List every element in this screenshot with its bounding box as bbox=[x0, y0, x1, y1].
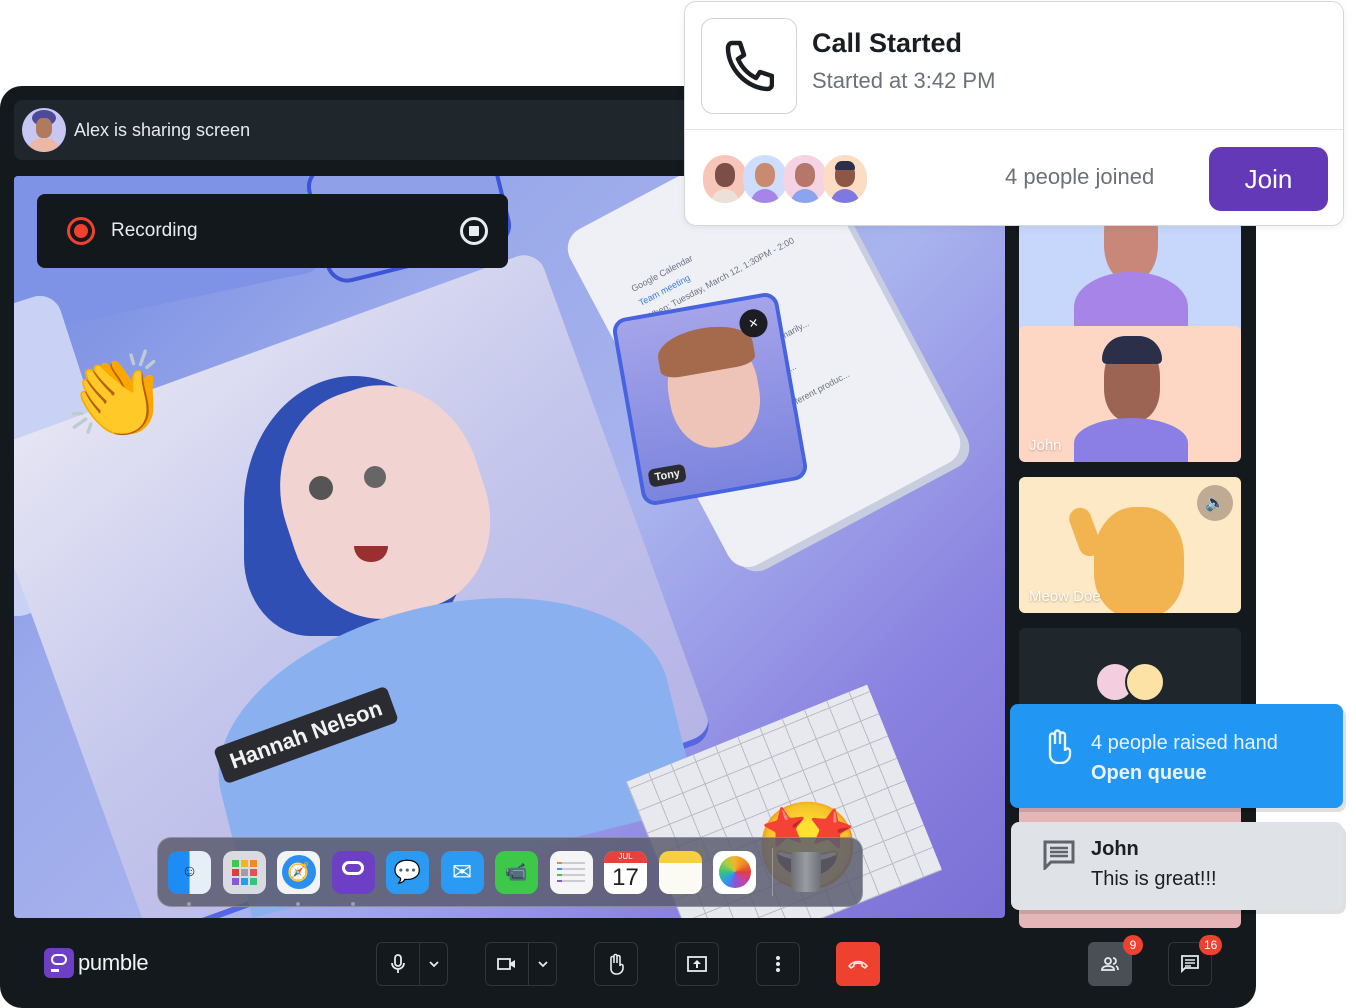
speech-bubble-icon: 💬 bbox=[393, 859, 422, 884]
chat-message-icon bbox=[1043, 840, 1075, 870]
joined-avatars bbox=[703, 155, 867, 203]
microphone-control bbox=[376, 942, 448, 986]
clap-emoji: 👏 bbox=[64, 348, 169, 442]
dock-app-messages[interactable]: 💬 bbox=[386, 850, 429, 894]
raised-hand-text: 4 people raised hand bbox=[1091, 732, 1278, 754]
photos-flower-icon bbox=[718, 856, 751, 888]
dock-app-finder[interactable]: ☺ bbox=[168, 850, 211, 906]
chat-button[interactable]: 16 bbox=[1168, 935, 1223, 986]
trash-can-icon bbox=[791, 852, 821, 892]
eye bbox=[309, 476, 333, 500]
pumble-logo-icon bbox=[342, 861, 364, 875]
hang-up-icon bbox=[847, 960, 869, 969]
leave-call-button[interactable] bbox=[836, 942, 880, 986]
dock-app-reminders[interactable] bbox=[549, 850, 593, 894]
macos-dock: ☺ 🧭 💬 ✉ 📹 JUL 17 bbox=[157, 837, 863, 907]
message-text: This is great!!! bbox=[1091, 868, 1217, 890]
avatar bbox=[823, 155, 867, 203]
stop-recording-button[interactable] bbox=[460, 217, 488, 245]
screen-share-icon bbox=[687, 956, 707, 972]
microphone-icon bbox=[391, 954, 406, 973]
chevron-down-icon bbox=[429, 961, 439, 968]
open-queue-link[interactable]: Open queue bbox=[1091, 762, 1207, 785]
launchpad-grid-icon bbox=[231, 859, 257, 885]
pumble-logo-icon bbox=[44, 948, 74, 978]
chat-unread-badge: 16 bbox=[1199, 935, 1223, 955]
calendar-month: JUL bbox=[604, 850, 647, 863]
raised-hand-icon bbox=[1048, 729, 1072, 764]
microphone-options-button[interactable] bbox=[419, 943, 447, 985]
more-options-button[interactable] bbox=[756, 942, 800, 986]
message-notification[interactable]: John This is great!!! bbox=[1011, 822, 1343, 910]
dock-app-mail[interactable]: ✉ bbox=[440, 850, 484, 894]
participant-name: John bbox=[1029, 437, 1062, 454]
participant-tile[interactable]: 🔈 Meow Doe bbox=[1019, 477, 1241, 613]
list-icon bbox=[557, 862, 585, 882]
participant-tile[interactable]: John bbox=[1019, 326, 1241, 462]
eye bbox=[364, 466, 386, 488]
dock-app-trash[interactable] bbox=[785, 851, 828, 894]
raised-hand-icon bbox=[610, 953, 624, 975]
dock-app-launchpad[interactable] bbox=[222, 850, 266, 894]
call-controls: pumble 9 16 bbox=[0, 932, 1256, 998]
dock-app-facetime[interactable]: 📹 bbox=[495, 850, 538, 894]
speaker-icon: 🔈 bbox=[1197, 485, 1233, 521]
recording-label: Recording bbox=[111, 220, 198, 241]
dock-app-pumble[interactable] bbox=[331, 850, 375, 906]
chat-icon bbox=[1181, 955, 1199, 973]
more-vertical-icon bbox=[776, 956, 780, 972]
avatar bbox=[743, 155, 787, 203]
presenter-avatar bbox=[22, 108, 66, 152]
chevron-down-icon bbox=[538, 961, 548, 968]
recording-indicator-icon bbox=[67, 217, 95, 245]
camera-toggle-button[interactable] bbox=[486, 943, 528, 985]
compass-icon: 🧭 bbox=[281, 855, 316, 889]
video-camera-icon: 📹 bbox=[505, 861, 528, 882]
call-start-time: Started at 3:42 PM bbox=[812, 68, 996, 93]
dock-separator bbox=[771, 848, 773, 896]
john-hair bbox=[1102, 336, 1162, 364]
tony-video-tile: ✕ Tony bbox=[610, 290, 810, 508]
recording-banner: Recording bbox=[37, 194, 508, 268]
participant-name-tag: Tony bbox=[647, 463, 688, 488]
microphone-toggle-button[interactable] bbox=[377, 943, 419, 985]
camera-options-button[interactable] bbox=[528, 943, 556, 985]
divider bbox=[685, 129, 1343, 130]
participant-name: Meow Doe bbox=[1029, 588, 1101, 605]
call-title: Call Started bbox=[812, 28, 963, 58]
john-shirt bbox=[1074, 418, 1188, 462]
group-avatar bbox=[1125, 662, 1165, 702]
raise-hand-button[interactable] bbox=[594, 942, 638, 986]
shared-screen: Google Calendar Team meeting When: Tuesd… bbox=[14, 176, 1005, 918]
pumble-logo: pumble bbox=[44, 948, 149, 978]
joined-count-text: 4 people joined bbox=[1005, 164, 1155, 189]
message-sender: John bbox=[1091, 838, 1139, 860]
participants-count-badge: 9 bbox=[1123, 935, 1143, 955]
people-icon bbox=[1101, 957, 1119, 971]
phone-icon-box bbox=[701, 18, 797, 114]
join-call-button[interactable]: Join bbox=[1209, 147, 1328, 211]
cat-avatar bbox=[1094, 507, 1184, 613]
share-status-text: Alex is sharing screen bbox=[74, 119, 251, 140]
envelope-icon: ✉ bbox=[451, 858, 473, 886]
raised-hand-notification[interactable]: 4 people raised hand Open queue bbox=[1010, 704, 1343, 808]
camera-control bbox=[485, 942, 557, 986]
avatar bbox=[703, 155, 747, 203]
phone-icon bbox=[725, 40, 774, 92]
avatar bbox=[783, 155, 827, 203]
participants-button[interactable]: 9 bbox=[1088, 935, 1143, 986]
video-camera-icon bbox=[497, 958, 516, 970]
dock-app-calendar[interactable]: JUL 17 bbox=[604, 850, 647, 894]
dock-app-notes[interactable] bbox=[658, 850, 702, 894]
calendar-day: 17 bbox=[612, 863, 639, 891]
share-screen-button[interactable] bbox=[675, 942, 719, 986]
brand-name: pumble bbox=[78, 950, 149, 975]
finder-face-icon: ☺ bbox=[181, 863, 198, 880]
call-started-card: Call Started Started at 3:42 PM 4 people… bbox=[684, 1, 1344, 226]
dock-app-safari[interactable]: 🧭 bbox=[277, 850, 320, 906]
dock-app-photos[interactable] bbox=[713, 850, 756, 894]
